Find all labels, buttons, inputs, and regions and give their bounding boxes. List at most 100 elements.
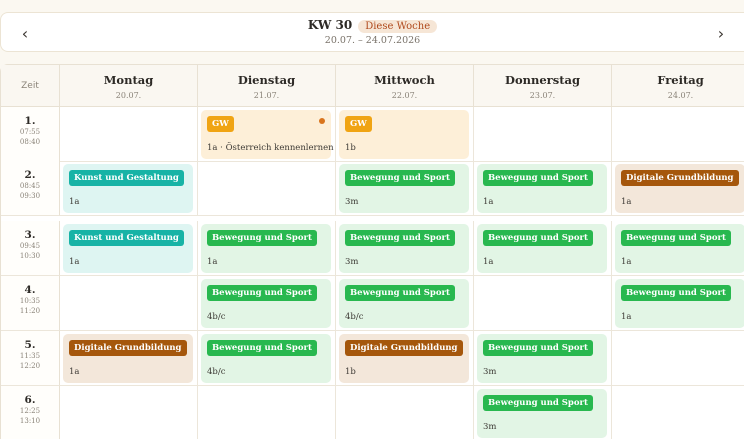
lesson-class: 1a [621,257,632,267]
lesson-class: 4b/c [345,312,364,322]
week-date-range: 20.07. – 24.07.2026 [324,35,421,46]
timetable-cell[interactable] [612,331,744,386]
lesson-class: 1b [345,143,356,153]
lesson-card[interactable]: Kunst und Gestaltung 1a [63,164,193,213]
timetable-cell[interactable] [60,386,198,439]
day-date: 20.07. [115,91,142,100]
subject-tag: Bewegung und Sport [207,285,317,301]
period-2: 2. 08:45 09:30 [1,161,60,216]
day-date: 22.07. [391,91,418,100]
subject-tag: Bewegung und Sport [345,285,455,301]
timetable-grid: Zeit Montag 20.07. Dienstag 21.07. Mittwoch 2… [0,64,744,439]
period-end-time: 13:10 [19,417,41,425]
period-number: 3. [24,229,36,241]
lesson-class: 1a [69,197,80,207]
lesson-class: 3m [483,422,497,432]
lesson-card[interactable]: Digitale Grundbildung 1a [63,334,193,383]
lesson-card[interactable]: Bewegung und Sport 1a [615,224,744,273]
subject-tag: Bewegung und Sport [483,340,593,356]
lesson-card[interactable]: Bewegung und Sport 1a [477,164,607,213]
day-date: 21.07. [253,91,280,100]
subject-tag: Bewegung und Sport [207,340,317,356]
period-1: 1. 07:55 08:40 [1,107,60,162]
period-number: 1. [24,115,36,127]
period-start-time: 08:45 [19,182,41,190]
lesson-class: 1a [69,367,80,377]
timetable-cell[interactable] [60,276,198,331]
lesson-class: 4b/c [207,367,226,377]
timetable-cell[interactable] [612,386,744,439]
lesson-card[interactable]: Bewegung und Sport 3m [477,334,607,383]
period-number: 5. [24,339,36,351]
timetable-cell[interactable] [60,107,198,162]
timetable-cell[interactable] [474,276,612,331]
day-header-freitag: Freitag 24.07. [612,65,744,107]
subject-tag: GW [207,116,234,132]
subject-tag: Bewegung und Sport [621,230,731,246]
lesson-card[interactable]: GW 1a · Österreich kennenlernen [201,110,334,159]
lesson-card[interactable]: Digitale Grundbildung 1b [339,334,469,383]
period-start-time: 11:35 [19,352,41,360]
period-6: 6. 12:25 13:10 [1,386,60,439]
week-label: KW 30 [307,18,353,32]
timetable-cell[interactable] [612,107,744,162]
period-start-time: 12:25 [19,407,41,415]
day-name: Donnerstag [504,73,581,87]
subject-tag: Bewegung und Sport [345,230,455,246]
period-number: 6. [24,394,36,406]
day-name: Mittwoch [374,73,435,87]
note-indicator-dot-icon [319,118,325,124]
day-header-mittwoch: Mittwoch 22.07. [336,65,474,107]
subject-tag: Digitale Grundbildung [69,340,187,356]
lesson-card[interactable]: Bewegung und Sport 3m [477,389,607,438]
timetable-cell[interactable] [336,386,474,439]
day-header-dienstag: Dienstag 21.07. [198,65,336,107]
period-number: 4. [24,284,36,296]
subject-tag: Digitale Grundbildung [345,340,463,356]
lesson-card[interactable]: Digitale Grundbildung 1a [615,164,744,213]
week-navigation-bar: ‹ KW 30 Diese Woche 20.07. – 24.07.2026 › [0,12,744,52]
day-name: Dienstag [237,73,296,87]
period-start-time: 09:45 [19,242,41,250]
lesson-class: 4b/c [207,312,226,322]
period-3: 3. 09:45 10:30 [1,221,60,276]
period-end-time: 08:40 [19,138,41,146]
lesson-class: 1a [483,197,494,207]
period-start-time: 10:35 [19,297,41,305]
lesson-card[interactable]: Kunst und Gestaltung 1a [63,224,193,273]
lesson-card[interactable]: Bewegung und Sport 4b/c [201,279,331,328]
lesson-card[interactable]: Bewegung und Sport 4b/c [339,279,469,328]
subject-tag: Digitale Grundbildung [621,170,739,186]
period-end-time: 11:20 [19,307,41,315]
lesson-card[interactable]: Bewegung und Sport 1a [201,224,331,273]
subject-tag: Kunst und Gestaltung [69,170,184,186]
subject-tag: Kunst und Gestaltung [69,230,184,246]
period-end-time: 10:30 [19,252,41,260]
lesson-class: 1a [621,197,632,207]
timetable-cell[interactable] [198,386,336,439]
day-date: 23.07. [529,91,556,100]
subject-tag: Bewegung und Sport [483,230,593,246]
lesson-class: 1a · Österreich kennenlernen [207,143,334,153]
lesson-card[interactable]: Bewegung und Sport 1a [615,279,744,328]
day-name: Freitag [657,73,704,87]
day-header-montag: Montag 20.07. [60,65,198,107]
day-name: Montag [103,73,154,87]
period-4: 4. 10:35 11:20 [1,276,60,331]
lesson-class: 3m [345,197,359,207]
subject-tag: Bewegung und Sport [483,170,593,186]
next-week-chevron-right-icon[interactable]: › [709,21,733,45]
day-date: 24.07. [667,91,694,100]
lesson-card[interactable]: Bewegung und Sport 1a [477,224,607,273]
lesson-card[interactable]: Bewegung und Sport 3m [339,224,469,273]
timetable-cell[interactable] [198,161,336,216]
lesson-class: 1a [69,257,80,267]
lesson-card[interactable]: Bewegung und Sport 4b/c [201,334,331,383]
lesson-class: 3m [345,257,359,267]
timetable-cell[interactable] [474,107,612,162]
period-start-time: 07:55 [19,128,41,136]
lesson-class: 1a [207,257,218,267]
lesson-card[interactable]: Bewegung und Sport 3m [339,164,469,213]
lesson-card[interactable]: GW 1b [339,110,469,159]
subject-tag: Bewegung und Sport [207,230,317,246]
